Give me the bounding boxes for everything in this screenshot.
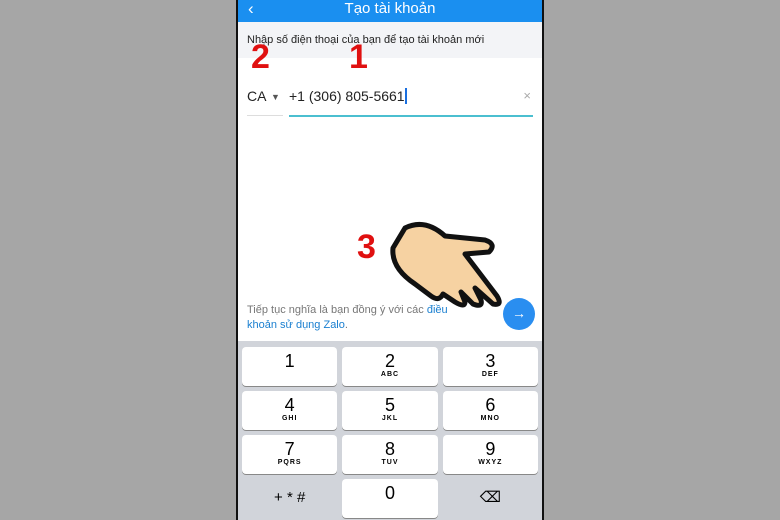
key-6[interactable]: 6 MNO	[442, 391, 538, 430]
key-letters: GHI	[281, 415, 298, 422]
input-underline	[289, 115, 533, 117]
key-letters: MNO	[480, 415, 500, 422]
header: ‹ Tạo tài khoản	[238, 0, 542, 22]
annotation-1: 1	[349, 38, 368, 76]
page-title: Tạo tài khoản	[344, 0, 436, 17]
key-digit: 7	[284, 439, 295, 459]
arrow-right-icon: →	[512, 305, 526, 321]
key-0[interactable]: 0	[342, 479, 438, 518]
phone-number-input[interactable]: +1 (306) 805-5661	[289, 88, 407, 104]
instruction-text: Nhập số điện thoại của bạn để tạo tài kh…	[238, 22, 542, 58]
key-digit: 5	[384, 395, 395, 415]
key-letters: WXYZ	[478, 459, 503, 466]
key-1[interactable]: 1	[242, 347, 338, 386]
key-letters: ABC	[380, 371, 400, 378]
clear-icon[interactable]: ×	[523, 88, 531, 103]
key-digit: + * #	[274, 489, 306, 506]
key-digit: 0	[384, 483, 395, 503]
key-7[interactable]: 7 PQRS	[242, 435, 338, 474]
key-digit: 1	[284, 351, 295, 371]
key-letters: DEF	[481, 371, 499, 378]
key-digit: 6	[485, 395, 496, 415]
caret-down-icon[interactable]: ▼	[271, 92, 280, 102]
annotation-3: 3	[357, 228, 376, 266]
terms-suffix: .	[344, 319, 348, 331]
key-9[interactable]: 9 WXYZ	[442, 435, 538, 474]
phone-input-row: CA ▼ +1 (306) 805-5661 ×	[238, 78, 542, 118]
key-letters: PQRS	[277, 459, 302, 466]
key-2[interactable]: 2 ABC	[342, 347, 438, 386]
phone-number-value: +1 (306) 805-5661	[289, 88, 405, 104]
backspace-key[interactable]: ⌫	[443, 479, 538, 518]
key-digit: 8	[384, 439, 395, 459]
key-letters: TUV	[381, 459, 399, 466]
key-digit: ⌫	[479, 489, 501, 506]
text-cursor	[404, 88, 407, 104]
key-digit: 3	[485, 351, 496, 371]
country-code-select[interactable]: CA	[247, 88, 266, 104]
key-8[interactable]: 8 TUV	[342, 435, 438, 474]
key-3[interactable]: 3 DEF	[442, 347, 538, 386]
divider	[247, 115, 283, 116]
key-digit: 4	[284, 395, 295, 415]
numeric-keyboard: 1 2 ABC 3 DEF 4 GHI 5 JKL 6 MNO 7 PQRS 8 TUV 9 WXYZ + * #…	[238, 341, 542, 520]
back-icon[interactable]: ‹	[248, 0, 254, 18]
pointing-hand-icon	[390, 221, 502, 308]
annotation-2: 2	[251, 38, 270, 76]
key-5[interactable]: 5 JKL	[342, 391, 438, 430]
key-letters: JKL	[381, 415, 399, 422]
key-digit: 2	[384, 351, 395, 371]
key-+*#[interactable]: + * #	[242, 479, 337, 518]
key-digit: 9	[485, 439, 496, 459]
key-4[interactable]: 4 GHI	[242, 391, 338, 430]
